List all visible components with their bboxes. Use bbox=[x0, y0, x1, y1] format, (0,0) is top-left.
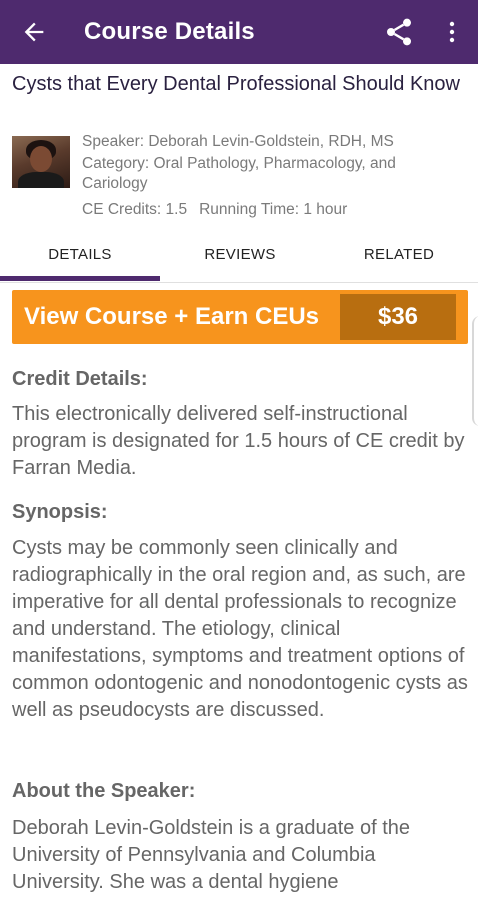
price-badge: $36 bbox=[340, 294, 456, 340]
about-speaker-heading: About the Speaker: bbox=[12, 780, 196, 802]
speaker-avatar bbox=[12, 136, 70, 188]
speaker-text: Speaker: Deborah Levin-Goldstein, RDH, M… bbox=[82, 133, 394, 150]
tab-details[interactable]: DETAILS bbox=[0, 236, 160, 278]
synopsis-text: Cysts may be commonly seen clinically an… bbox=[12, 537, 468, 721]
tab-reviews[interactable]: REVIEWS bbox=[160, 236, 320, 278]
credit-details-heading: Credit Details: bbox=[12, 368, 148, 390]
view-course-label: View Course + Earn CEUs bbox=[24, 303, 320, 330]
arrow-left-icon[interactable] bbox=[20, 18, 48, 46]
tab-selected-indicator bbox=[0, 276, 160, 281]
credits-line: CE Credits: 1.5 Running Time: 1 hour bbox=[82, 200, 347, 220]
page-title: Course Details bbox=[84, 18, 255, 45]
more-vert-icon[interactable] bbox=[446, 20, 458, 44]
ce-credits-text: CE Credits: 1.5 bbox=[82, 201, 188, 218]
credit-details-text: This electronically delivered self-instr… bbox=[12, 403, 465, 479]
view-course-button[interactable]: View Course + Earn CEUs $36 bbox=[12, 290, 468, 344]
about-speaker-text: Deborah Levin-Goldstein is a graduate of… bbox=[12, 817, 411, 893]
app-bar: Course Details bbox=[0, 0, 478, 64]
scroll-indicator bbox=[472, 316, 478, 426]
synopsis-heading: Synopsis: bbox=[12, 501, 108, 523]
running-time-text: Running Time: 1 hour bbox=[199, 201, 348, 218]
course-title: Cysts that Every Dental Professional Sho… bbox=[12, 73, 460, 95]
category-text: Category: Oral Pathology, Pharmacology, … bbox=[82, 155, 396, 192]
tab-related[interactable]: RELATED bbox=[320, 236, 478, 278]
share-icon[interactable] bbox=[383, 16, 415, 48]
